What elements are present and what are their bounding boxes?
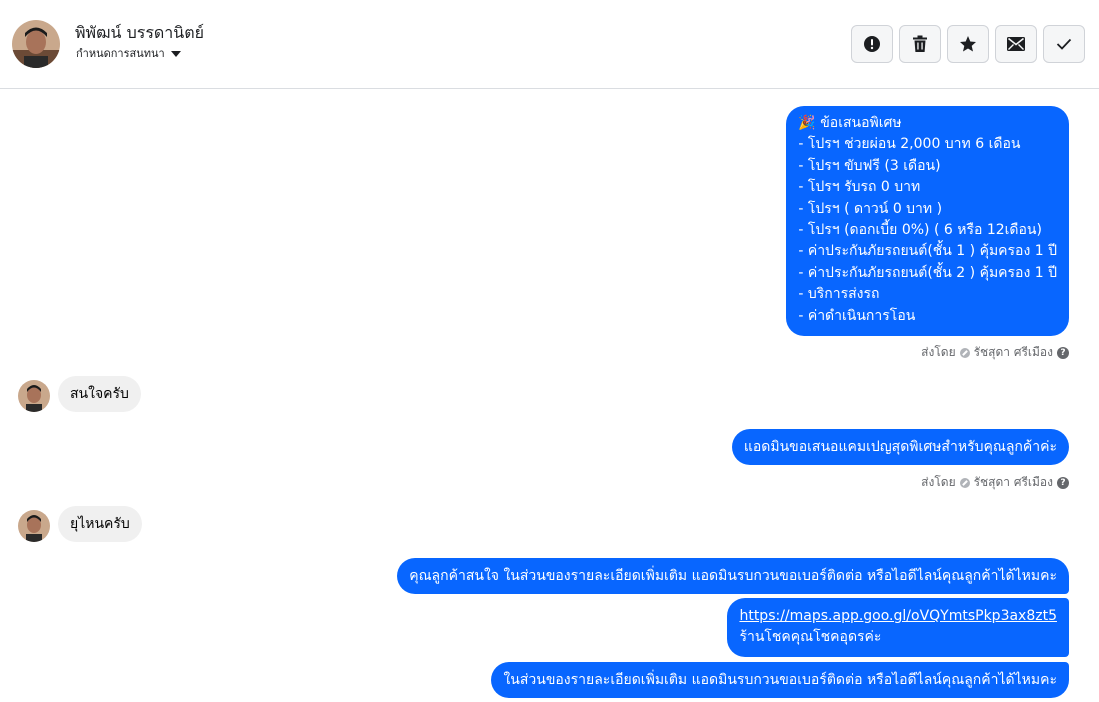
contact-avatar[interactable] [12,20,60,68]
maps-link[interactable]: https://maps.app.goo.gl/oVQYmtsPkp3ax8zt… [739,606,1057,627]
offer-line: - ค่าประกันภัยรถยนต์(ชั้น 1 ) คุ้มครอง 1… [798,243,1057,260]
message-text: ร้านโชคคุณโชคอุดรค่ะ [739,629,882,646]
assign-label: กำหนดการสนทนา [76,47,165,60]
incoming-message[interactable]: ยุไหนครับ [58,506,142,542]
outgoing-message[interactable]: คุณลูกค้าสนใจ ในส่วนของรายละเอียดเพิ่มเต… [397,558,1069,594]
checkmark-icon [1056,38,1072,50]
offer-line: - โปรฯ (ดอกเบี้ย 0%) ( 6 หรือ 12เดือน) [798,222,1042,239]
message-thread[interactable]: 🎉 ข้อเสนอพิเศษ - โปรฯ ช่วยผ่อน 2,000 บาท… [0,89,1099,702]
star-icon [960,36,976,52]
offer-line: ข้อเสนอพิเศษ [820,115,902,131]
sender-name: รัชสุดา ศรีเมือง [973,345,1053,359]
sent-by-label: ส่งโดย [921,475,956,489]
outgoing-message-link[interactable]: https://maps.app.goo.gl/oVQYmtsPkp3ax8zt… [727,598,1069,657]
contact-avatar-small[interactable] [18,510,50,542]
offer-line: - โปรฯ ขับฟรี (3 เดือน) [798,157,941,174]
assign-conversation-dropdown[interactable]: กำหนดการสนทนา [76,44,181,62]
help-icon[interactable]: ? [1057,346,1069,359]
conversation-header: พิพัฒน์ บรรดานิตย์ กำหนดการสนทนา [0,0,1099,89]
outgoing-message-offer[interactable]: 🎉 ข้อเสนอพิเศษ - โปรฯ ช่วยผ่อน 2,000 บาท… [786,106,1069,336]
mark-unread-button[interactable] [995,25,1037,63]
offer-line: - ค่าประกันภัยรถยนต์(ชั้น 2 ) คุ้มครอง 1… [798,264,1057,281]
sender-name: รัชสุดา ศรีเมือง [973,475,1053,489]
party-popper-icon: 🎉 [798,115,816,131]
verified-icon [959,477,970,488]
report-button[interactable] [851,25,893,63]
alert-circle-icon [864,36,880,52]
offer-line: - ค่าดำเนินการโอน [798,307,916,324]
offer-heading: 🎉 ข้อเสนอพิเศษ [798,113,1057,134]
sent-by-info: ส่งโดย รัชสุดา ศรีเมือง ? [921,343,1069,362]
offer-line: - โปรฯ ช่วยผ่อน 2,000 บาท 6 เดือน [798,136,1021,153]
star-button[interactable] [947,25,989,63]
caret-down-icon [170,50,181,57]
help-icon[interactable]: ? [1057,476,1069,489]
delete-button[interactable] [899,25,941,63]
envelope-icon [1007,37,1025,51]
offer-line: - โปรฯ ( ดาวน์ 0 บาท ) [798,200,943,217]
sent-by-label: ส่งโดย [921,345,956,359]
sent-by-info: ส่งโดย รัชสุดา ศรีเมือง ? [921,473,1069,492]
mark-done-button[interactable] [1043,25,1085,63]
contact-name[interactable]: พิพัฒน์ บรรดานิตย์ [75,21,204,46]
verified-icon [959,347,970,358]
incoming-message[interactable]: สนใจครับ [58,376,141,412]
outgoing-message[interactable]: แอดมินขอเสนอแคมเปญสุดพิเศษสำหรับคุณลูกค้… [731,429,1069,465]
outgoing-message[interactable]: ในส่วนของรายละเอียดเพิ่มเติม แอดมินรบกวน… [491,662,1069,698]
offer-line: - บริการส่งรถ [798,286,880,303]
trash-icon [913,35,927,52]
conversation-toolbar [851,25,1085,63]
contact-avatar-small[interactable] [18,380,50,412]
offer-line: - โปรฯ รับรถ 0 บาท [798,179,921,196]
